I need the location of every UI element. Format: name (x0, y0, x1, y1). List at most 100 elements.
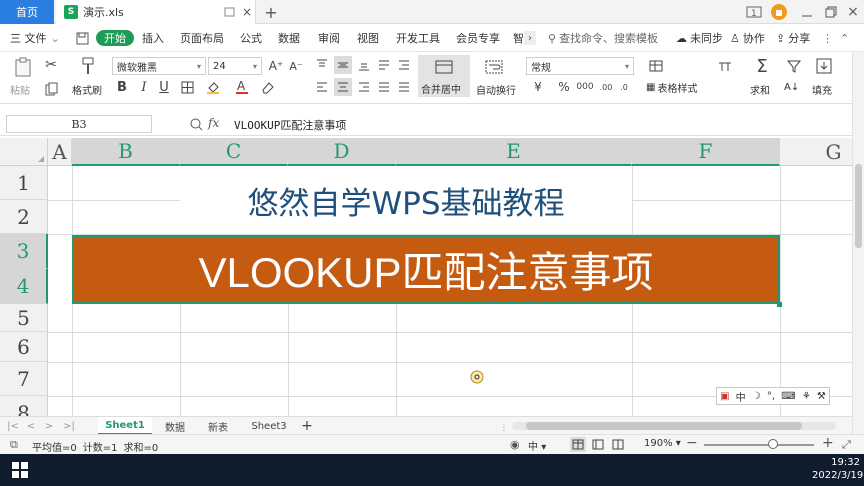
row-header-8[interactable]: 8 (0, 396, 48, 416)
reading-view-icon[interactable] (610, 437, 626, 452)
align-top-icon[interactable] (314, 57, 330, 73)
fill-icon[interactable] (814, 56, 834, 76)
normal-view-icon[interactable] (570, 437, 586, 452)
more-options-icon[interactable]: ⋮ (822, 24, 833, 52)
zoom-out-button[interactable]: − (686, 435, 698, 451)
tab-view[interactable]: 视图 (357, 24, 379, 52)
share-button[interactable]: ⇪ 分享 (776, 24, 810, 52)
font-name-select[interactable]: 微软雅黑 ▾ (112, 57, 206, 75)
skin-icon[interactable]: ⚘ (802, 391, 811, 402)
last-sheet-icon[interactable]: >| (60, 417, 78, 435)
merge-center-button[interactable]: 合并居中 (418, 55, 470, 97)
filter-icon[interactable] (784, 56, 804, 76)
name-box[interactable]: B3 (6, 115, 152, 133)
format-painter-label[interactable]: 格式刷 (72, 82, 102, 97)
column-header-c[interactable]: C (180, 138, 288, 166)
first-sheet-icon[interactable]: |< (6, 417, 20, 435)
collab-button[interactable]: ♙ 协作 (730, 24, 765, 52)
currency-button[interactable]: ¥ (530, 79, 546, 95)
column-header-b[interactable]: B (72, 138, 180, 166)
sheet-tab-sheet3[interactable]: Sheet3 (244, 417, 294, 435)
windows-start-icon[interactable] (12, 462, 28, 478)
add-sheet-button[interactable]: + (298, 417, 316, 435)
document-tab[interactable]: S 演示.xls × (56, 0, 256, 24)
ime-mode[interactable]: 中 (736, 389, 746, 404)
wrap-text-icon[interactable] (484, 58, 504, 76)
unsync-button[interactable]: ☁ 未同步 (676, 24, 723, 52)
align-bottom-icon[interactable] (356, 57, 372, 73)
row-header-4[interactable]: 4 (0, 269, 48, 304)
wrench-icon[interactable]: ⚒ (817, 391, 826, 402)
tab-page-layout[interactable]: 页面布局 (180, 24, 224, 52)
zoom-in-button[interactable]: + (822, 435, 834, 451)
cut-icon[interactable]: ✂ (42, 56, 60, 74)
horizontal-scrollbar[interactable] (512, 422, 836, 430)
tab-start[interactable]: 开始 (96, 30, 134, 46)
window-mode-icon[interactable] (222, 5, 236, 19)
align-middle-icon[interactable] (334, 56, 352, 74)
tab-member[interactable]: 会员专享 (456, 24, 500, 52)
horizontal-scroll-thumb[interactable] (526, 422, 802, 430)
thousands-icon[interactable]: 000 (576, 79, 594, 95)
page-layout-view-icon[interactable] (590, 437, 606, 452)
row-header-7[interactable]: 7 (0, 362, 48, 396)
home-tab[interactable]: 首页 (0, 0, 54, 24)
sum-label[interactable]: 求和 (750, 82, 770, 97)
select-all-corner[interactable] (0, 138, 48, 166)
row-header-3[interactable]: 3 (0, 234, 48, 269)
command-search[interactable]: ⚲ 查找命令、搜索模板 (548, 24, 658, 52)
title-cell[interactable]: 悠然自学WPS基础教程 (180, 166, 632, 234)
sheet-tab-newsheet[interactable]: 新表 (198, 417, 238, 435)
fx-button[interactable]: fx (208, 116, 219, 130)
copy-icon[interactable] (42, 80, 66, 98)
keyboard-icon[interactable]: ⌨ (781, 391, 795, 402)
punctuation-icon[interactable]: °, (767, 391, 775, 402)
format-painter-icon[interactable] (78, 56, 98, 76)
decrease-decimal-icon[interactable]: .0 (616, 79, 632, 95)
tab-data[interactable]: 数据 (278, 24, 300, 52)
row-header-1[interactable]: 1 (0, 166, 48, 200)
increase-font-icon[interactable]: A⁺ (268, 57, 284, 75)
bold-button[interactable]: B (114, 78, 130, 96)
save-icon[interactable] (74, 30, 90, 46)
zoom-formula-icon[interactable] (188, 116, 204, 132)
fill-color-icon[interactable] (202, 78, 224, 96)
paste-icon[interactable] (12, 56, 34, 78)
row-header-6[interactable]: 6 (0, 332, 48, 362)
selected-banner-cell[interactable]: VLOOKUP匹配注意事项 (72, 235, 780, 304)
zoom-slider-track[interactable] (704, 444, 814, 446)
eye-protection-icon[interactable]: ◉ (510, 438, 520, 451)
close-tab-icon[interactable]: × (240, 5, 254, 19)
minimize-icon[interactable] (798, 4, 816, 20)
moon-icon[interactable]: ☽ (752, 391, 761, 402)
formula-input[interactable]: VLOOKUP匹配注意事项 (234, 117, 346, 133)
column-header-e[interactable]: E (396, 138, 632, 166)
paste-label[interactable]: 粘贴 (10, 82, 30, 97)
tab-scroll-icon[interactable]: ⋮ (500, 423, 508, 432)
align-left-icon[interactable] (314, 79, 330, 95)
text-direction-icon[interactable] (376, 57, 392, 73)
vertical-scrollbar[interactable] (852, 52, 864, 434)
border-icon[interactable] (176, 78, 198, 96)
indent-icon[interactable] (396, 57, 412, 73)
sheet-tab-sheet1[interactable]: Sheet1 (98, 417, 152, 435)
font-size-select[interactable]: 24 ▾ (208, 57, 262, 75)
sum-icon[interactable]: Σ (752, 56, 772, 77)
underline-button[interactable]: U (156, 78, 172, 96)
align-right-icon[interactable] (356, 79, 372, 95)
table-style-button[interactable]: ▦ 表格样式 (646, 80, 697, 95)
wrap-text-label[interactable]: 自动换行 (476, 82, 516, 97)
sheet-status-icon[interactable]: ⧉ (10, 438, 18, 452)
file-menu[interactable]: 三 文件 ⌄ (10, 24, 60, 52)
tab-smart[interactable]: 智 (513, 24, 524, 52)
decrease-font-icon[interactable]: A⁻ (288, 57, 304, 75)
sort-icon[interactable]: A↓ (784, 82, 799, 93)
fullscreen-icon[interactable]: ⤢ (842, 438, 851, 452)
distribute-icon[interactable] (396, 79, 412, 95)
tab-insert[interactable]: 插入 (142, 24, 164, 52)
zoom-level[interactable]: 190% ▾ (644, 438, 681, 449)
conditional-format-icon[interactable] (646, 57, 666, 75)
number-format-select[interactable]: 常规 ▾ (526, 57, 634, 75)
fill-label[interactable]: 填充 (812, 82, 832, 97)
restore-icon[interactable] (822, 4, 840, 20)
